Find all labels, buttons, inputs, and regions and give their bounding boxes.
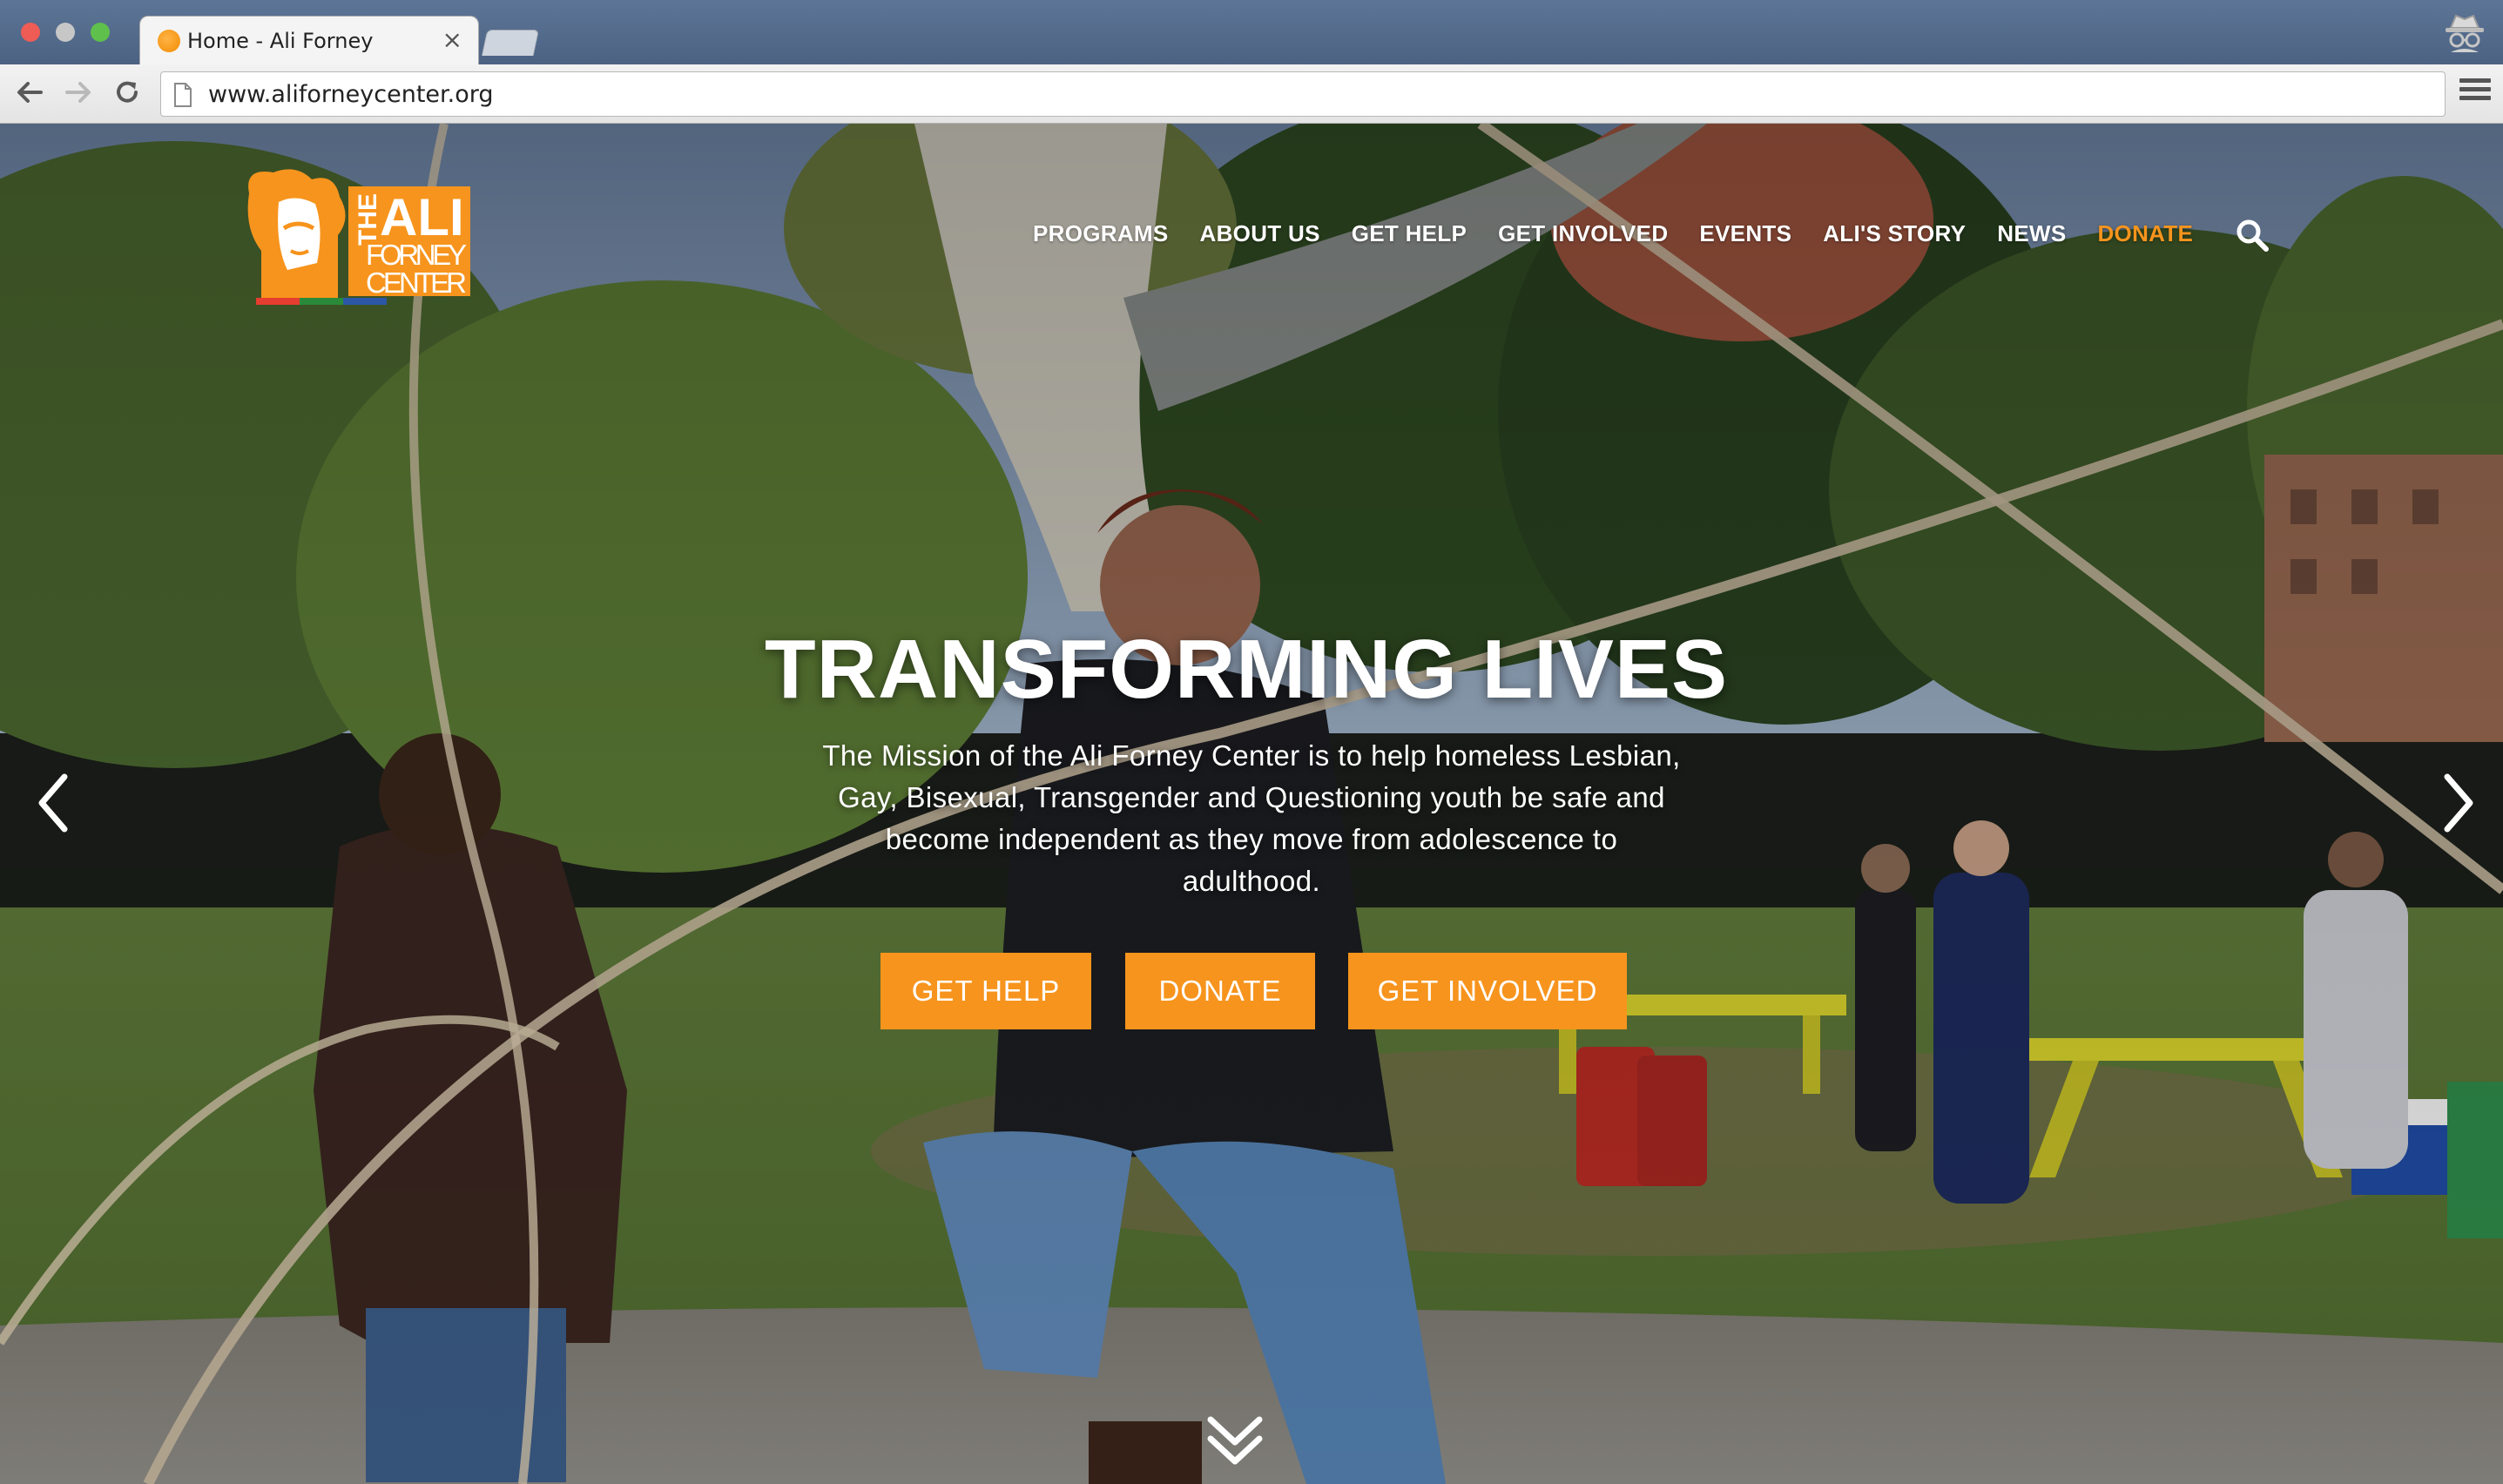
nav-item-programs[interactable]: PROGRAMS [1033,220,1169,247]
search-icon[interactable] [2235,218,2270,253]
nav-item-alis-story[interactable]: ALI'S STORY [1823,220,1966,247]
logo-text-ali: ALI [380,188,464,246]
new-tab-button[interactable] [481,30,540,56]
logo-text-the: THE [354,193,382,246]
hero-title: TRANSFORMING LIVES [764,623,1728,716]
get-involved-button[interactable]: GET INVOLVED [1348,953,1627,1029]
zoom-window-button[interactable] [91,23,110,42]
browser-toolbar: www.aliforneycenter.org [0,64,2503,124]
nav-item-get-help[interactable]: GET HELP [1352,220,1467,247]
main-nav: PROGRAMS ABOUT US GET HELP GET INVOLVED … [1033,216,2224,251]
browser-chrome: Home - Ali Forney × www.aliforneycenter.… [0,0,2503,124]
page-icon [174,83,192,107]
nav-item-donate[interactable]: DONATE [2097,220,2193,247]
forward-button[interactable] [61,75,96,110]
nav-item-news[interactable]: NEWS [1997,220,2066,247]
incognito-icon [2446,14,2484,52]
double-chevron-down-icon[interactable] [1204,1413,1266,1470]
nav-item-events[interactable]: EVENTS [1699,220,1791,247]
get-help-button[interactable]: GET HELP [880,953,1091,1029]
nav-item-about-us[interactable]: ABOUT US [1200,220,1320,247]
browser-tab-active[interactable]: Home - Ali Forney × [139,16,479,64]
tab-title: Home - Ali Forney [187,29,374,53]
back-button[interactable] [12,75,47,110]
arrow-right-icon [65,82,91,103]
ali-forney-center-logo[interactable]: THE ALI FORNEY CENTER [244,167,474,305]
tab-close-icon[interactable]: × [442,25,462,54]
logo-text-center: CENTER [366,266,467,299]
arrow-left-icon [17,82,43,103]
reload-icon [117,81,138,103]
nav-item-get-involved[interactable]: GET INVOLVED [1498,220,1668,247]
address-bar[interactable]: www.aliforneycenter.org [160,71,2446,117]
tab-strip: Home - Ali Forney × [0,0,2503,64]
favicon-icon [158,30,180,52]
web-page: THE ALI FORNEY CENTER PROGRAMS ABOUT US … [0,124,2503,1484]
url-text: www.aliforneycenter.org [208,81,494,108]
donate-button[interactable]: DONATE [1125,953,1315,1029]
hero-mission-text: The Mission of the Ali Forney Center is … [822,739,1681,897]
close-window-button[interactable] [21,23,40,42]
carousel-prev-icon[interactable] [31,768,75,838]
browser-menu-button[interactable] [2459,78,2491,110]
reload-button[interactable] [110,75,145,110]
carousel-next-icon[interactable] [2437,768,2480,838]
minimize-window-button[interactable] [56,23,75,42]
